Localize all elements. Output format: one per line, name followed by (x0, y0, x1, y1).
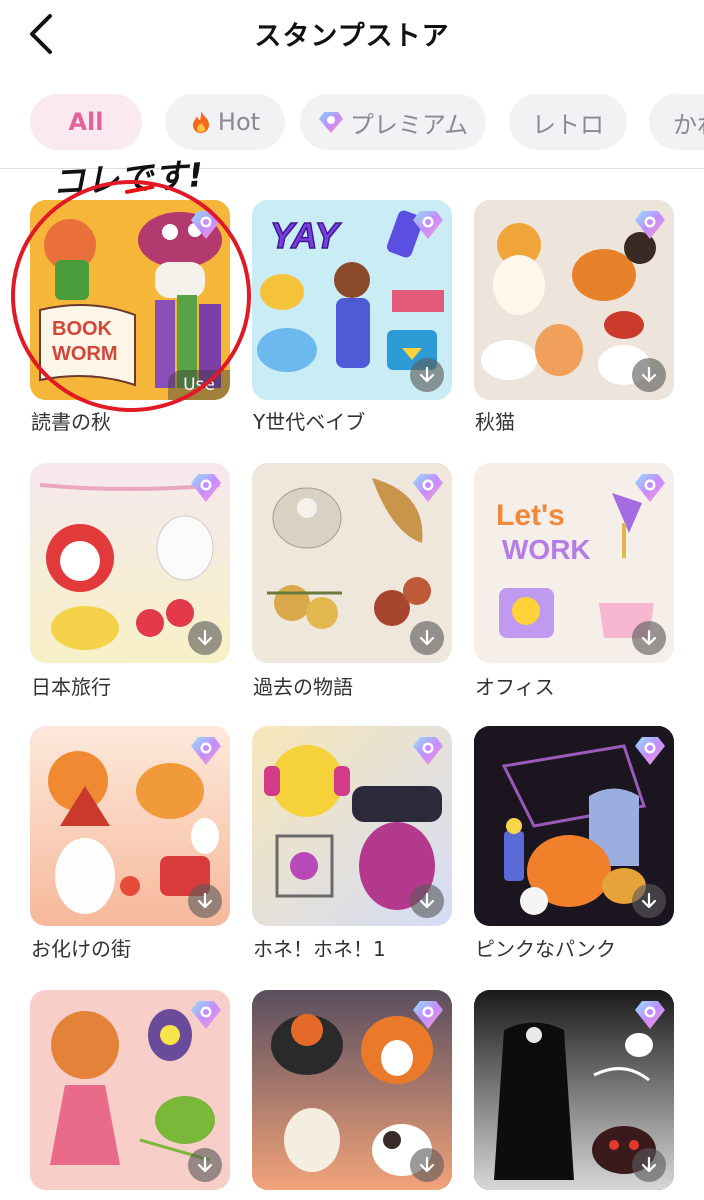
pack-name: お化けの街 (31, 937, 131, 961)
fire-icon (190, 110, 212, 134)
download-icon (197, 892, 213, 909)
tab-hot[interactable]: Hot (165, 94, 285, 150)
sticker-pack-card[interactable]: YAY (252, 200, 452, 400)
page-title: スタンプストア (254, 21, 450, 52)
premium-gem-icon (635, 1001, 665, 1029)
art-text-yay: YAY (270, 215, 342, 256)
pack-name: ピンクなパンク (475, 937, 616, 961)
sticker-pack-card[interactable] (474, 726, 674, 926)
pack-name: Y世代ベイブ (253, 410, 366, 434)
pack-name: 日本旅行 (31, 675, 111, 699)
pack-name: ホネ！ホネ！1 (253, 937, 386, 961)
download-button[interactable] (410, 621, 444, 655)
download-button[interactable] (188, 621, 222, 655)
premium-gem-icon (635, 474, 665, 502)
download-icon (641, 1156, 657, 1173)
tab-label: All (68, 108, 104, 136)
download-icon (197, 629, 213, 646)
premium-gem-icon (191, 1001, 221, 1029)
use-label: Use (183, 375, 215, 395)
tab-premium[interactable]: プレミアム (300, 94, 486, 150)
download-icon (419, 366, 435, 383)
header-bar: スタンプストア (0, 0, 704, 72)
download-button[interactable] (632, 358, 666, 392)
sticker-pack-card[interactable] (30, 463, 230, 663)
art-text-book: BOOK (52, 318, 113, 340)
download-button[interactable] (410, 358, 444, 392)
download-icon (641, 892, 657, 909)
download-icon (197, 1156, 213, 1173)
download-button[interactable] (632, 884, 666, 918)
art-text-worm: WORM (52, 343, 118, 365)
sticker-pack-card[interactable] (252, 463, 452, 663)
download-button[interactable] (632, 1148, 666, 1182)
tab-label: レトロ (532, 110, 604, 139)
pack-name: 過去の物語 (253, 675, 353, 699)
download-icon (419, 629, 435, 646)
tab-label: かわ (673, 110, 704, 139)
download-icon (641, 366, 657, 383)
tab-label: プレミアム (349, 110, 469, 139)
premium-gem-icon (318, 110, 344, 134)
download-button[interactable] (188, 1148, 222, 1182)
sticker-pack-card[interactable] (474, 990, 674, 1190)
annotation-label: コレです! (51, 155, 206, 202)
premium-gem-icon (635, 737, 665, 765)
pack-name: 読書の秋 (31, 410, 111, 434)
pack-name: 秋猫 (475, 410, 515, 434)
sticker-pack-card[interactable]: BOOK WORM Use (30, 200, 230, 400)
download-button[interactable] (188, 884, 222, 918)
sticker-pack-card[interactable] (474, 200, 674, 400)
tab-retro[interactable]: レトロ (509, 94, 627, 150)
download-icon (641, 629, 657, 646)
premium-gem-icon (413, 211, 443, 239)
download-button[interactable] (632, 621, 666, 655)
premium-gem-icon (413, 474, 443, 502)
premium-gem-icon (191, 737, 221, 765)
use-badge[interactable]: Use (168, 370, 230, 400)
tab-label: Hot (217, 108, 261, 136)
sticker-pack-card[interactable] (30, 726, 230, 926)
premium-gem-icon (191, 474, 221, 502)
art-text-work: WORK (502, 534, 591, 565)
download-icon (419, 892, 435, 909)
tab-kawaii[interactable]: かわ (649, 94, 704, 150)
sticker-pack-card[interactable] (252, 990, 452, 1190)
art-text-lets: Let's (496, 499, 565, 532)
download-icon (419, 1156, 435, 1173)
premium-gem-icon (635, 211, 665, 239)
premium-gem-icon (191, 211, 221, 239)
category-tabs: All Hot プレミアム レトロ かわ (0, 92, 704, 152)
sticker-pack-card[interactable] (252, 726, 452, 926)
pack-name: オフィス (475, 675, 555, 699)
premium-gem-icon (413, 1001, 443, 1029)
sticker-pack-card[interactable]: Let's WORK (474, 463, 674, 663)
tab-all[interactable]: All (30, 94, 142, 150)
download-button[interactable] (410, 884, 444, 918)
annotation-text: コレです! (51, 148, 205, 204)
premium-gem-icon (413, 737, 443, 765)
download-button[interactable] (410, 1148, 444, 1182)
sticker-pack-card[interactable] (30, 990, 230, 1190)
